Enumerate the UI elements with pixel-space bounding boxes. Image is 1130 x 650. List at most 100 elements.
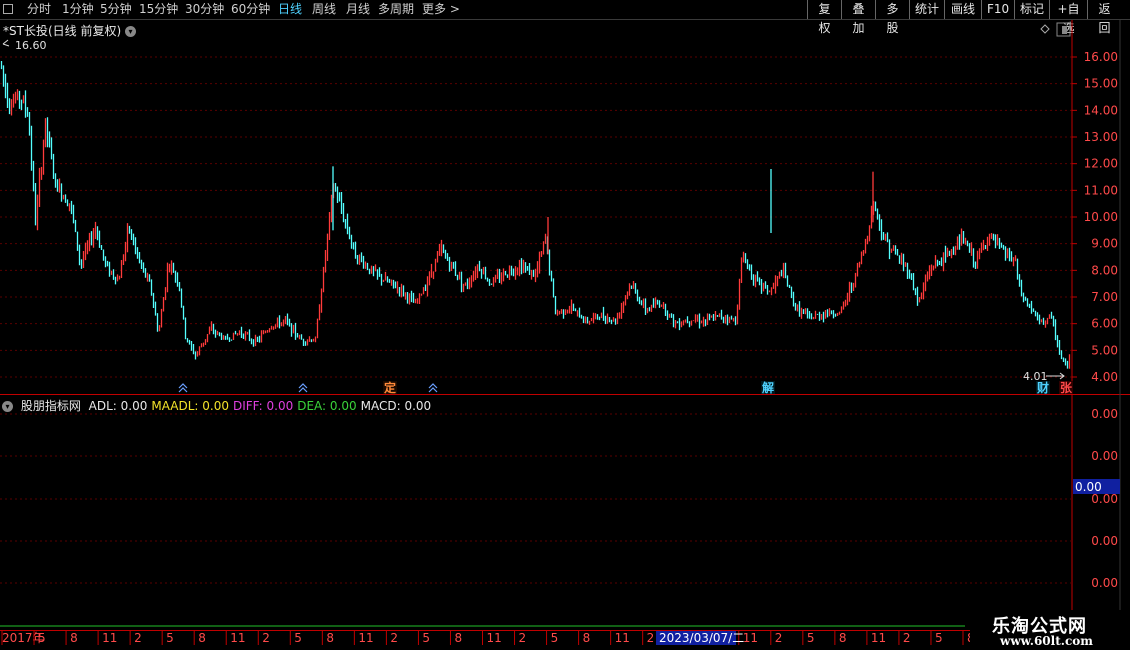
event-arrow-icon [298, 383, 308, 393]
time-label: 11 [743, 631, 758, 645]
high-arrow [2, 39, 10, 47]
price-tick-label: 14.00 [1084, 103, 1118, 117]
tab-period-4[interactable]: 30分钟 [185, 0, 224, 19]
period-toolbar: 分时 1分钟 5分钟 15分钟 30分钟 60分钟 日线 周线 月线 多周期 更多 > 复权 叠加 多股… [0, 0, 1130, 35]
time-label: 2 [775, 631, 783, 645]
time-label: 8 [454, 631, 462, 645]
tab-period-8[interactable]: 月线 [346, 0, 370, 19]
toolbar-button-4[interactable]: 画线 [944, 0, 981, 19]
indicator-value-4: MACD: 0.00 [360, 399, 432, 413]
indicator-current-value: 0.00 [1075, 480, 1102, 494]
time-label: 2 [519, 631, 527, 645]
chevron-down-icon[interactable]: ▾ [2, 401, 13, 412]
event-marker-1: 解 [762, 380, 774, 395]
tab-period-1[interactable]: 1分钟 [62, 0, 94, 19]
event-marker-box [1036, 381, 1050, 394]
indicator-tick-label: 0.00 [1091, 534, 1118, 548]
event-marker-2: 财 [1036, 380, 1049, 395]
indicator-tick-label: 0.00 [1091, 449, 1118, 463]
cursor-date-label: 2023/03/07/二 [659, 631, 744, 645]
tab-period-9[interactable]: 多周期 [378, 0, 414, 19]
price-tick-label: 8.00 [1091, 263, 1118, 277]
price-tick-label: 11.00 [1084, 183, 1118, 197]
candles-down [0, 61, 1069, 369]
price-tick-label: 4.00 [1091, 370, 1118, 384]
time-label: 11 [615, 631, 630, 645]
time-label: 8 [70, 631, 78, 645]
price-tick-label: 12.00 [1084, 157, 1118, 171]
indicator-value-2: DIFF: 0.00 [233, 399, 294, 413]
time-label: 5 [294, 631, 302, 645]
price-tick-label: 16.00 [1084, 50, 1118, 64]
time-label: 5 [551, 631, 559, 645]
event-marker-box [761, 381, 775, 394]
toolbar-button-1[interactable]: 叠加 [841, 0, 875, 35]
price-tick-label: 6.00 [1091, 317, 1118, 331]
indicator-values: ADL: 0.00 MAADL: 0.00 DIFF: 0.00 DEA: 0.00 M… [89, 399, 436, 413]
price-tick-label: 10.00 [1084, 210, 1118, 224]
chevron-down-icon[interactable]: ▾ [124, 26, 136, 37]
toolbar-button-2[interactable]: 多股 [875, 0, 909, 35]
price-tick-label: 5.00 [1091, 343, 1118, 357]
indicator-value-3: DEA: 0.00 [297, 399, 357, 413]
cursor-date-box [656, 631, 736, 645]
tab-period-2[interactable]: 5分钟 [100, 0, 132, 19]
price-tick-label: 13.00 [1084, 130, 1118, 144]
toolbar-button-7[interactable]: +自选 [1049, 0, 1087, 35]
tab-period-6[interactable]: 日线 [278, 0, 302, 19]
tab-period-7[interactable]: 周线 [312, 0, 336, 19]
time-label: 5 [38, 631, 46, 645]
menu-icon[interactable] [3, 4, 13, 14]
time-label: 5 [935, 631, 943, 645]
event-arrow-icon [428, 383, 438, 393]
time-label: 5 [679, 631, 687, 645]
time-label: 2 [903, 631, 911, 645]
toolbar-button-8[interactable]: 返回 [1087, 0, 1121, 35]
time-label: 8 [583, 631, 591, 645]
time-label: 2017年 [2, 631, 45, 645]
event-marker-3: 张 [1060, 380, 1073, 395]
indicator-tick-label: 0.00 [1091, 407, 1118, 421]
indicator-value-1: MAADL: 0.00 [151, 399, 229, 413]
chart-canvas: 16.00 15.00 14.00 13.00 12.00 11.00 10.00 9.00 8… [0, 20, 1130, 645]
time-label: 11 [102, 631, 117, 645]
tab-period-10[interactable]: 更多 > [422, 0, 460, 19]
low-price-label: 4.01 [1023, 370, 1048, 383]
time-label: 8 [326, 631, 334, 645]
time-label: 11 [230, 631, 245, 645]
toolbar-button-0[interactable]: 复权 [807, 0, 841, 35]
price-tick-label: 15.00 [1084, 77, 1118, 91]
indicator-value-0: ADL: 0.00 [88, 399, 148, 413]
time-label: 11 [871, 631, 886, 645]
price-tick-label: 7.00 [1091, 290, 1118, 304]
toolbar-button-3[interactable]: 统计 [909, 0, 944, 19]
time-label: 5 [166, 631, 174, 645]
high-price-label: 16.60 [15, 39, 47, 52]
time-label: 5 [807, 631, 815, 645]
time-label: 11 [487, 631, 502, 645]
time-label: 8 [711, 631, 719, 645]
time-label: 11 [358, 631, 373, 645]
tab-period-3[interactable]: 15分钟 [139, 0, 178, 19]
low-arrow-head [1059, 372, 1065, 380]
tab-period-5[interactable]: 60分钟 [231, 0, 270, 19]
toolbar-button-6[interactable]: 标记 [1014, 0, 1049, 19]
event-marker-0: 定 [384, 380, 396, 395]
price-tick-label: 9.00 [1091, 237, 1118, 251]
time-label: 2 [390, 631, 398, 645]
time-label: 2 [262, 631, 270, 645]
indicator-tick-label: 0.00 [1091, 492, 1118, 506]
indicator-tick-label: 0.00 [1091, 576, 1118, 590]
watermark-url: www.60lt.com [1000, 634, 1093, 648]
chart-title: *ST长投(日线 前复权) ▾ [3, 22, 136, 39]
time-label: 8 [198, 631, 206, 645]
indicator-value-box [1073, 479, 1120, 494]
candles-up [10, 89, 1071, 369]
event-marker-box [1059, 381, 1073, 394]
watermark: 乐淘公式网 www.60lt.com [970, 610, 1130, 650]
time-label: 5 [422, 631, 430, 645]
tab-period-0[interactable]: 分时 [27, 0, 51, 19]
toolbar-button-5[interactable]: F10 [981, 0, 1014, 19]
time-label: 2 [647, 631, 655, 645]
time-label: 2 [134, 631, 142, 645]
